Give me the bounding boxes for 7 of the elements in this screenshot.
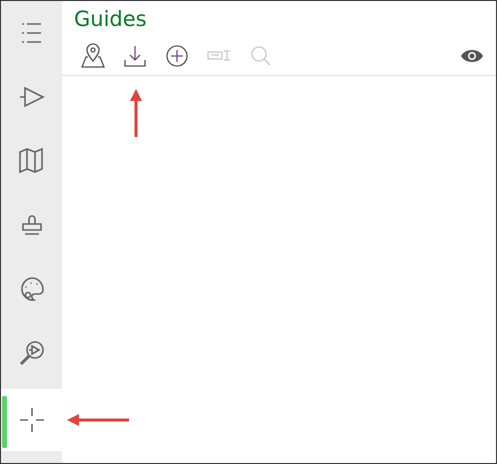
eye-icon xyxy=(460,48,484,64)
add-icon xyxy=(164,43,190,69)
annotation-arrow xyxy=(130,89,142,139)
panel-title: Guides xyxy=(74,7,148,31)
map-pin-icon xyxy=(80,43,106,69)
annotation-arrow xyxy=(67,414,131,426)
download-icon xyxy=(122,43,148,69)
